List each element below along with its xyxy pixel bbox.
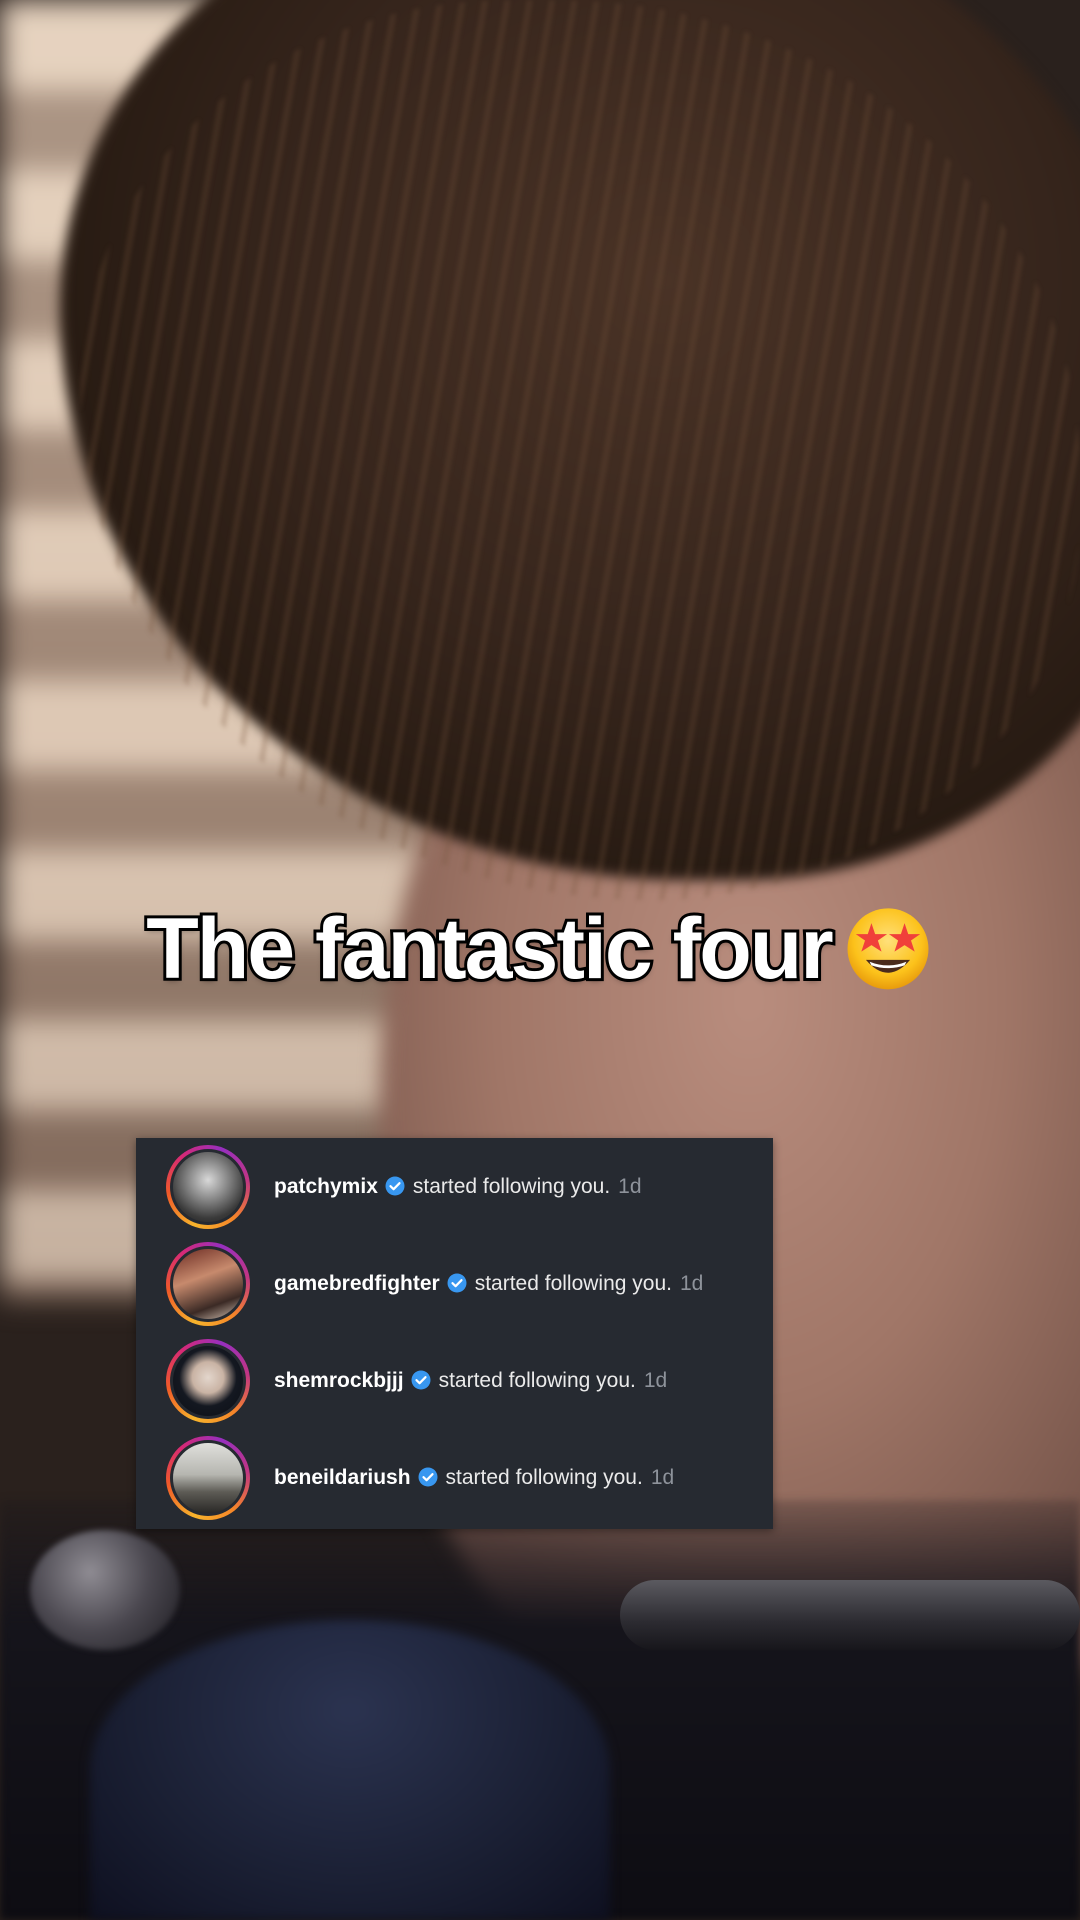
notification-text: patchymix started following you. 1d <box>274 1139 642 1235</box>
background-bar <box>620 1580 1080 1650</box>
notification-time: 1d <box>618 1175 642 1198</box>
background-knob <box>30 1530 180 1650</box>
notification-row[interactable]: patchymix started following you. 1d <box>136 1139 773 1235</box>
notification-time: 1d <box>643 1369 668 1392</box>
avatar <box>173 1249 243 1319</box>
star-struck-emoji-icon <box>842 901 934 993</box>
notification-text: beneildariush started following you. 1d <box>274 1430 674 1526</box>
notification-text: shemrockbjjj started following you. 1d <box>274 1333 667 1429</box>
notification-time: 1d <box>679 1272 704 1295</box>
username[interactable]: patchymix <box>274 1175 378 1199</box>
username[interactable]: shemrockbjjj <box>274 1369 404 1393</box>
verified-badge-icon <box>447 1273 467 1293</box>
story-ring[interactable] <box>166 1145 250 1229</box>
verified-badge-icon <box>418 1467 438 1487</box>
avatar <box>173 1443 243 1513</box>
verified-badge-icon <box>385 1176 405 1196</box>
avatar <box>173 1152 243 1222</box>
story-ring[interactable] <box>166 1242 250 1326</box>
notification-action: started following you. <box>474 1272 672 1295</box>
notification-row[interactable]: gamebredfighter started following you. 1… <box>136 1236 773 1332</box>
notification-action: started following you. <box>412 1175 611 1198</box>
avatar <box>173 1346 243 1416</box>
video-caption: The fantastic four <box>0 898 1080 1001</box>
notification-action: started following you. <box>438 1369 636 1392</box>
follower-notifications-card: patchymix started following you. 1d game… <box>136 1138 773 1529</box>
notification-action: started following you. <box>445 1466 643 1489</box>
notification-text: gamebredfighter started following you. 1… <box>274 1236 703 1332</box>
notification-row[interactable]: shemrockbjjj started following you. 1d <box>136 1333 773 1429</box>
username[interactable]: beneildariush <box>274 1466 411 1490</box>
caption-text: The fantastic four <box>143 898 837 1000</box>
story-ring[interactable] <box>166 1436 250 1520</box>
notification-time: 1d <box>650 1466 675 1489</box>
verified-badge-icon <box>411 1370 431 1390</box>
story-ring[interactable] <box>166 1339 250 1423</box>
background-microphone <box>90 1620 610 1920</box>
notification-row[interactable]: beneildariush started following you. 1d <box>136 1430 773 1526</box>
username[interactable]: gamebredfighter <box>274 1272 440 1296</box>
